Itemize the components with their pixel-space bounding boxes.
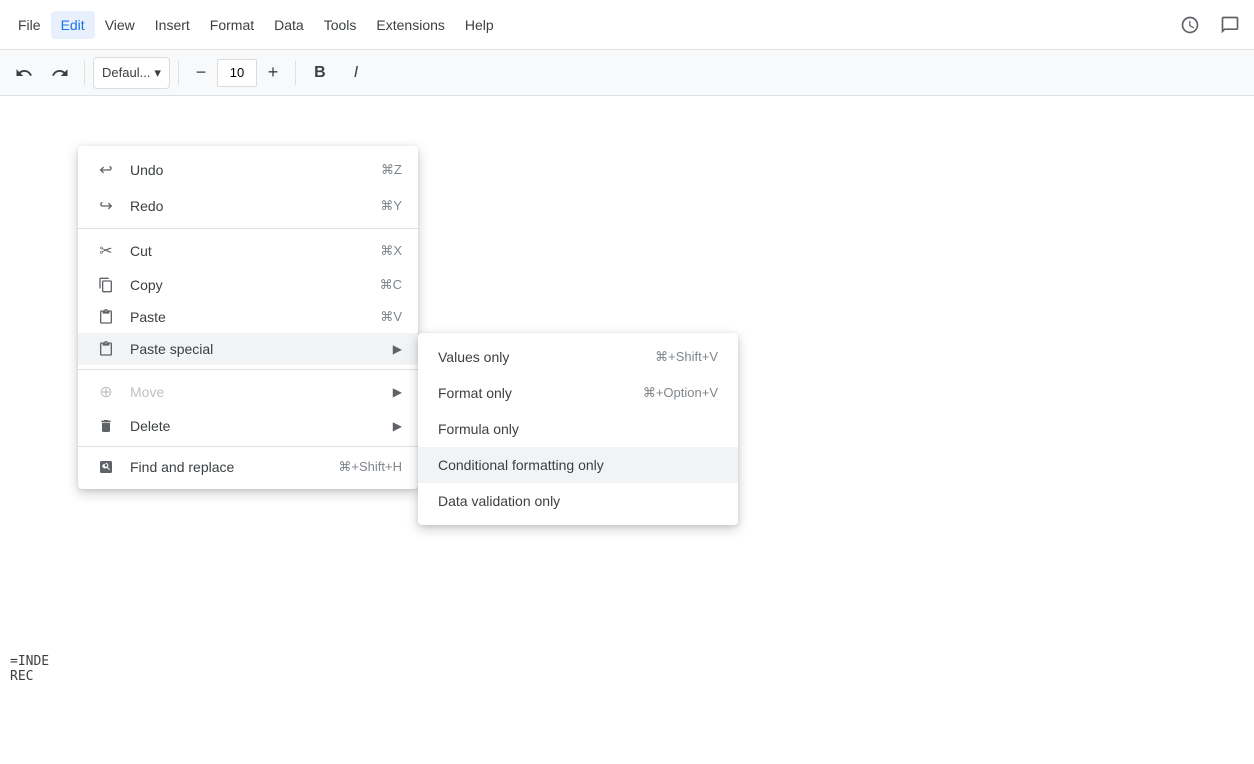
move-label: Move	[130, 384, 385, 400]
format-only-shortcut: ⌘+Option+V	[643, 385, 718, 401]
paste-icon	[94, 309, 118, 325]
edit-menu-cut[interactable]: ✂ Cut ⌘X	[78, 233, 418, 269]
font-family-selector[interactable]: Defaul... ▾	[93, 57, 170, 89]
edit-menu-redo[interactable]: ↪ Redo ⌘Y	[78, 188, 418, 224]
find-replace-icon	[94, 459, 118, 475]
menu-format[interactable]: Format	[200, 11, 264, 39]
cut-label: Cut	[130, 243, 356, 259]
menu-bar: File Edit View Insert Format Data Tools …	[0, 0, 1254, 50]
paste-special-arrow: ▶	[393, 342, 402, 356]
redo-icon: ↪	[94, 196, 118, 216]
redo-shortcut: ⌘Y	[380, 198, 402, 214]
undo-label: Undo	[130, 162, 357, 178]
undo-shortcut: ⌘Z	[381, 162, 402, 178]
data-validation-only-label: Data validation only	[438, 493, 694, 509]
menu-insert[interactable]: Insert	[145, 11, 200, 39]
menu-view[interactable]: View	[95, 11, 145, 39]
edit-menu-delete[interactable]: Delete ▶	[78, 410, 418, 442]
submenu-conditional-formatting-only[interactable]: Conditional formatting only	[418, 447, 738, 483]
undo-icon: ↩	[94, 160, 118, 180]
font-size-input[interactable]	[217, 59, 257, 87]
move-icon: ⊕	[94, 382, 118, 402]
menu-divider-2	[78, 369, 418, 370]
font-size-increase-btn[interactable]: +	[259, 59, 287, 87]
history-icon[interactable]	[1174, 9, 1206, 41]
dropdown-overlay: ↩ Undo ⌘Z ↪ Redo ⌘Y ✂ Cut ⌘X	[0, 146, 1254, 764]
values-only-label: Values only	[438, 349, 631, 365]
toolbar-separator-1	[84, 61, 85, 85]
delete-arrow: ▶	[393, 419, 402, 433]
edit-menu-paste-special[interactable]: Paste special ▶ Values only ⌘+Shift+V Fo…	[78, 333, 418, 365]
menu-data[interactable]: Data	[264, 11, 314, 39]
font-size-area: − +	[187, 59, 287, 87]
menu-divider-1	[78, 228, 418, 229]
toolbar: Defaul... ▾ − + B I	[0, 50, 1254, 96]
bold-btn[interactable]: B	[304, 57, 336, 89]
font-family-dropdown-icon: ▾	[154, 65, 161, 81]
copy-icon	[94, 277, 118, 293]
paste-special-label: Paste special	[130, 341, 385, 357]
paste-special-submenu: Values only ⌘+Shift+V Format only ⌘+Opti…	[418, 333, 738, 525]
formula-only-label: Formula only	[438, 421, 694, 437]
paste-shortcut: ⌘V	[380, 309, 402, 325]
delete-icon	[94, 418, 118, 434]
copy-label: Copy	[130, 277, 356, 293]
conditional-formatting-only-label: Conditional formatting only	[438, 457, 694, 473]
toolbar-separator-2	[178, 61, 179, 85]
submenu-formula-only[interactable]: Formula only	[418, 411, 738, 447]
paste-special-icon	[94, 341, 118, 357]
menu-tools[interactable]: Tools	[314, 11, 367, 39]
edit-menu: ↩ Undo ⌘Z ↪ Redo ⌘Y ✂ Cut ⌘X	[78, 146, 418, 489]
format-only-label: Format only	[438, 385, 619, 401]
copy-shortcut: ⌘C	[380, 277, 402, 293]
edit-menu-paste[interactable]: Paste ⌘V	[78, 301, 418, 333]
redo-toolbar-btn[interactable]	[44, 57, 76, 89]
comment-icon[interactable]	[1214, 9, 1246, 41]
delete-label: Delete	[130, 418, 385, 434]
toolbar-separator-3	[295, 61, 296, 85]
values-only-shortcut: ⌘+Shift+V	[655, 349, 718, 365]
menu-edit[interactable]: Edit	[51, 11, 95, 39]
cut-icon: ✂	[94, 241, 118, 261]
edit-menu-copy[interactable]: Copy ⌘C	[78, 269, 418, 301]
submenu-values-only[interactable]: Values only ⌘+Shift+V	[418, 339, 738, 375]
submenu-format-only[interactable]: Format only ⌘+Option+V	[418, 375, 738, 411]
find-replace-shortcut: ⌘+Shift+H	[338, 459, 402, 475]
submenu-data-validation-only[interactable]: Data validation only	[418, 483, 738, 519]
menu-divider-3	[78, 446, 418, 447]
font-family-label: Defaul...	[102, 65, 150, 80]
paste-label: Paste	[130, 309, 356, 325]
menu-help[interactable]: Help	[455, 11, 504, 39]
edit-menu-move[interactable]: ⊕ Move ▶	[78, 374, 418, 410]
cut-shortcut: ⌘X	[380, 243, 402, 259]
redo-label: Redo	[130, 198, 356, 214]
italic-btn[interactable]: I	[340, 57, 372, 89]
edit-menu-undo[interactable]: ↩ Undo ⌘Z	[78, 152, 418, 188]
find-replace-label: Find and replace	[130, 459, 314, 475]
spreadsheet-area: =INDE REC ↩ Undo ⌘Z ↪ Redo ⌘Y ✂ Cut ⌘X	[0, 96, 1254, 764]
menu-file[interactable]: File	[8, 11, 51, 39]
menu-extensions[interactable]: Extensions	[366, 11, 454, 39]
undo-toolbar-btn[interactable]	[8, 57, 40, 89]
font-size-decrease-btn[interactable]: −	[187, 59, 215, 87]
edit-menu-find-replace[interactable]: Find and replace ⌘+Shift+H	[78, 451, 418, 483]
move-arrow: ▶	[393, 385, 402, 399]
